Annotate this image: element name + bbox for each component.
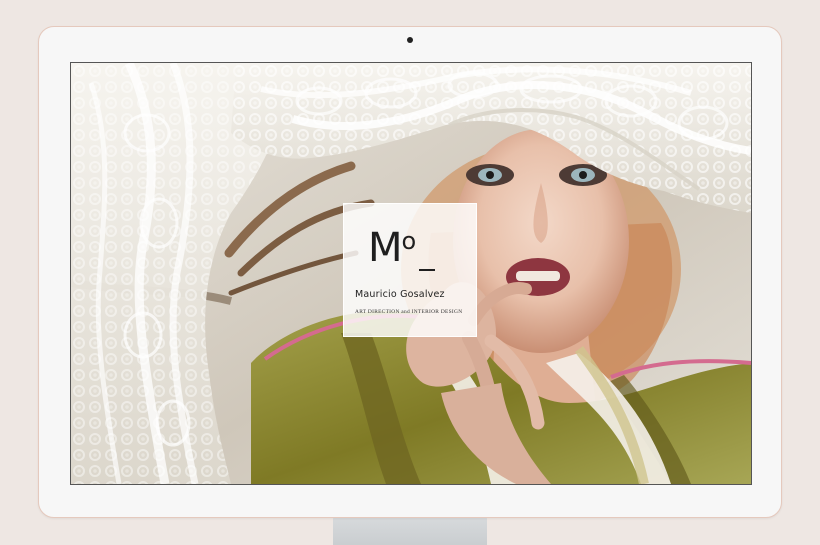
brand-tagline: ART DIRECTION and INTERIOR DESIGN bbox=[355, 309, 463, 315]
brand-name: Mauricio Gosalvez bbox=[355, 289, 445, 300]
monitor-stand bbox=[333, 517, 487, 545]
logo-underline bbox=[419, 269, 435, 271]
logo-card[interactable]: Mo Mauricio Gosalvez ART DIRECTION and I… bbox=[343, 203, 477, 337]
device-mockup-stage: Mo Mauricio Gosalvez ART DIRECTION and I… bbox=[0, 0, 820, 545]
monitor-frame: Mo Mauricio Gosalvez ART DIRECTION and I… bbox=[38, 26, 782, 518]
camera-dot-icon bbox=[407, 37, 413, 43]
logo-mark-letter: M bbox=[368, 225, 403, 271]
mo-monogram-logo: Mo bbox=[368, 224, 417, 272]
screen: Mo Mauricio Gosalvez ART DIRECTION and I… bbox=[70, 62, 752, 485]
logo-mark-small-letter: o bbox=[401, 227, 417, 255]
